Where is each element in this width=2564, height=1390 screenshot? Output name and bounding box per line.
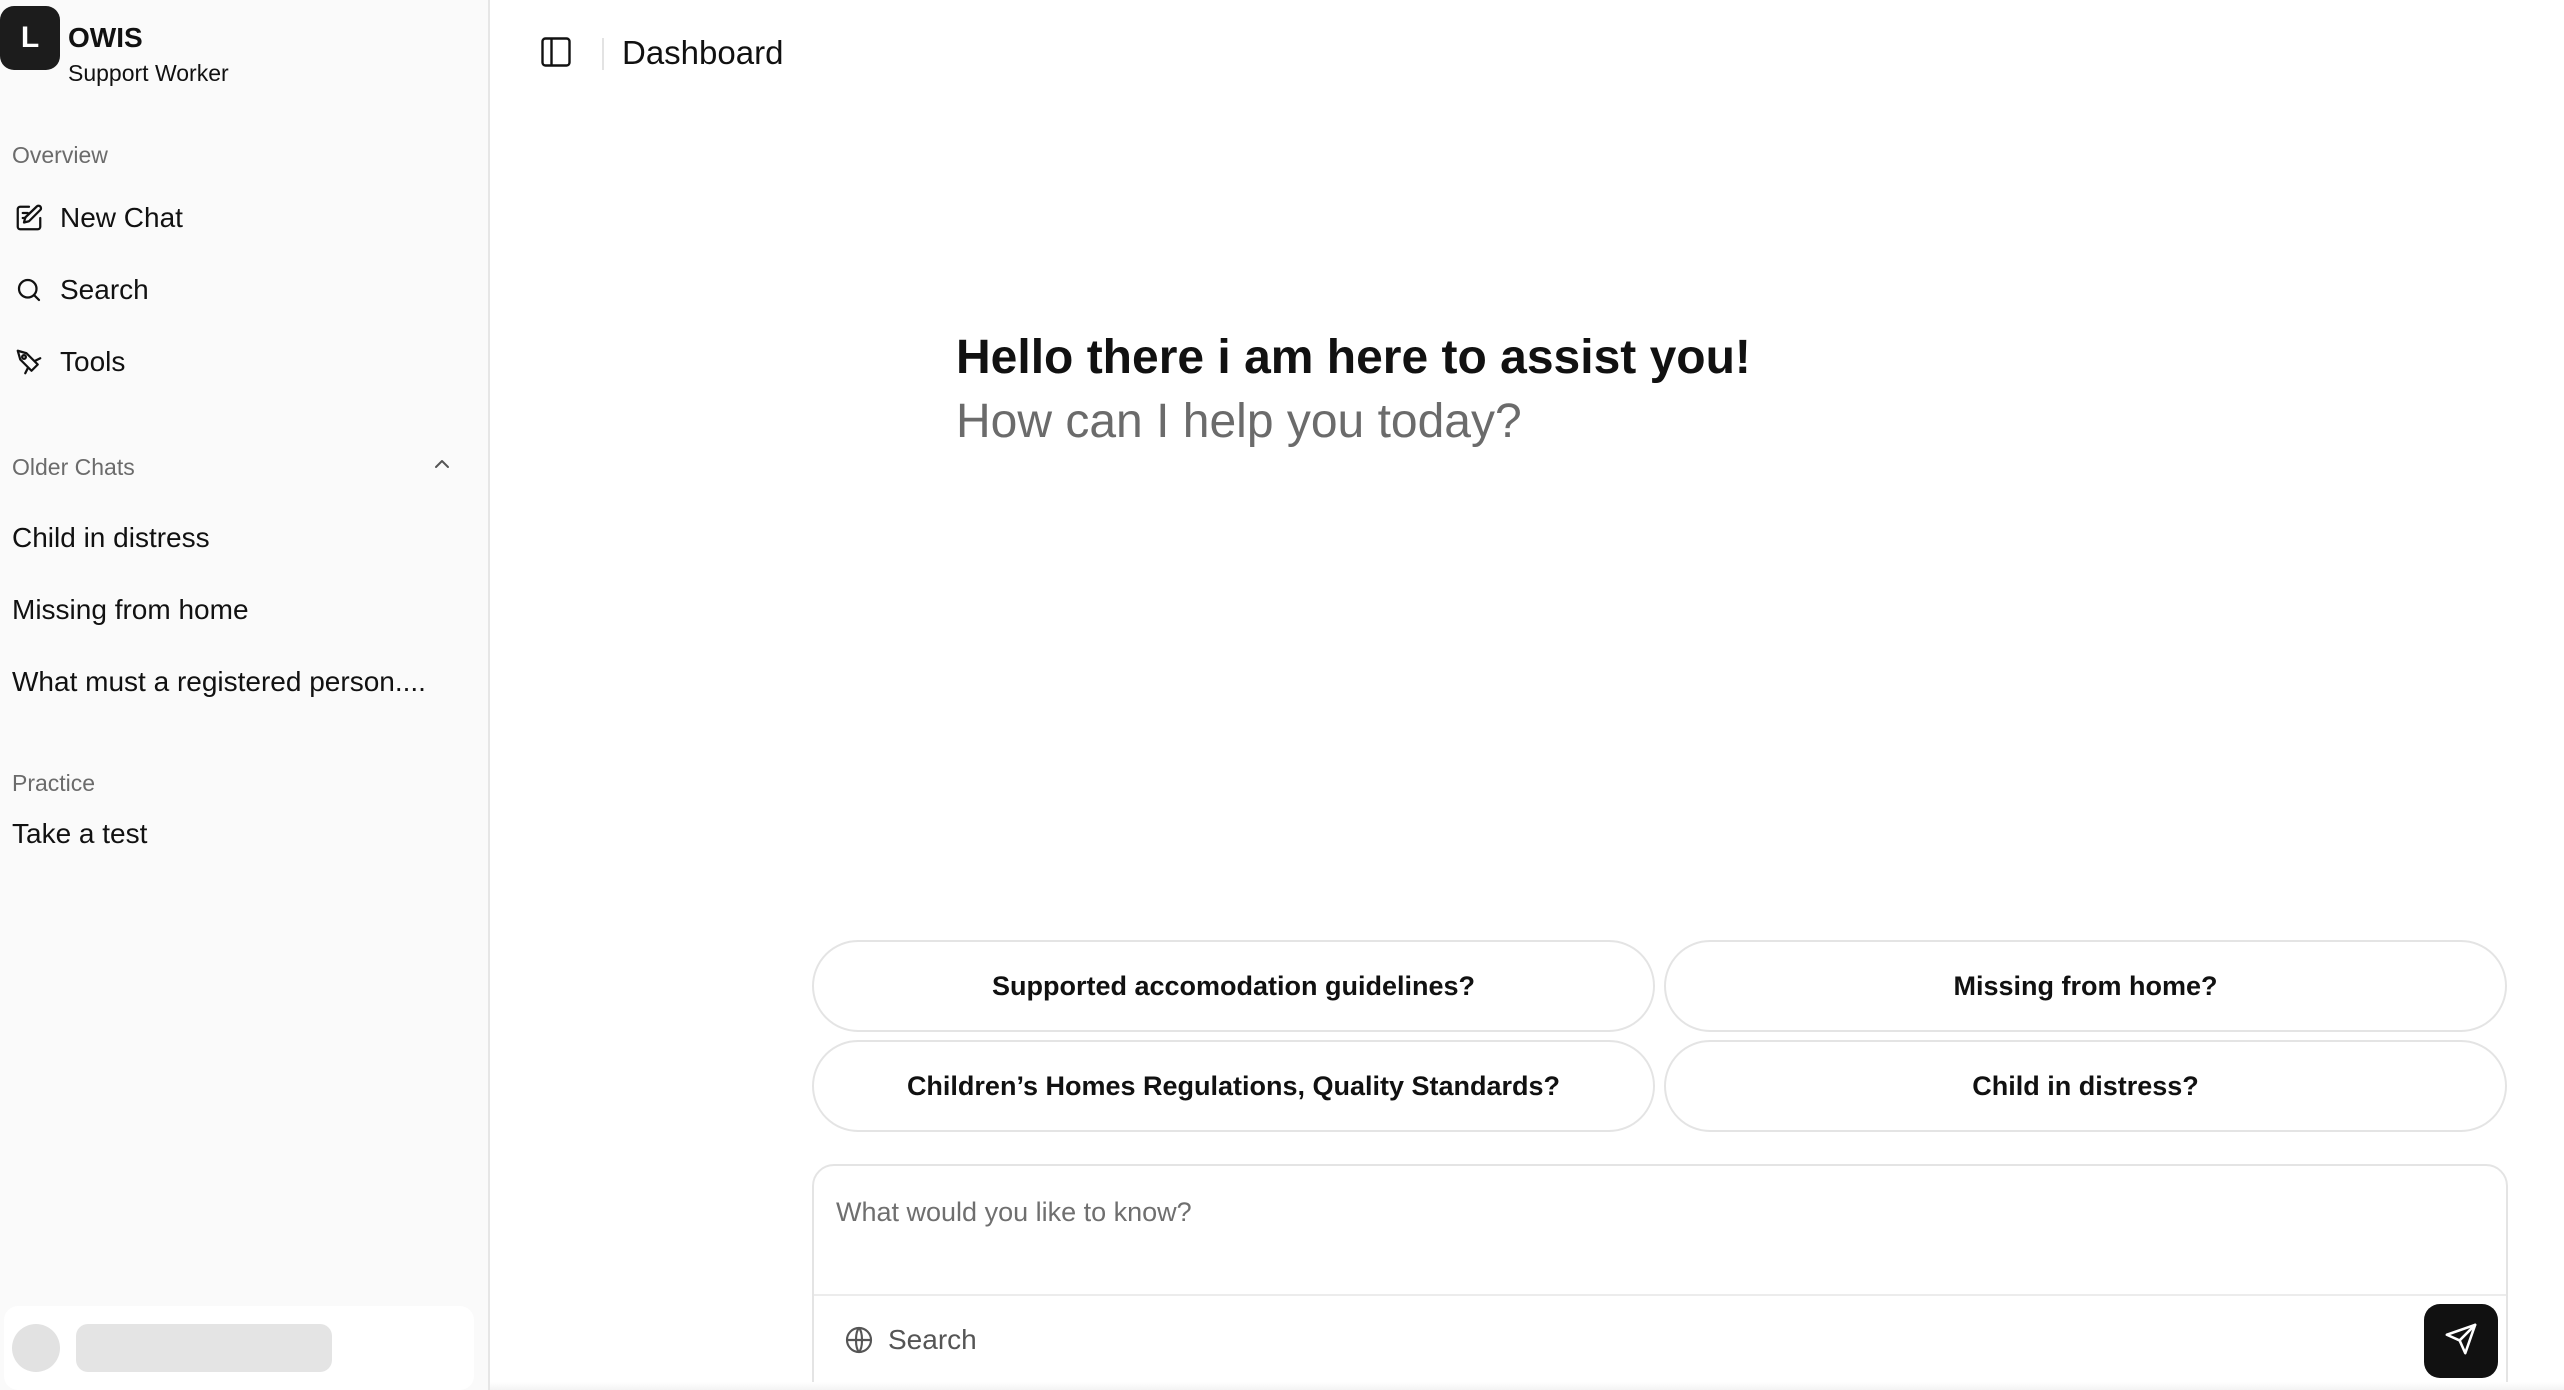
- app-name: OWIS: [68, 22, 143, 53]
- practice-section-label: Practice: [12, 770, 96, 796]
- sidebar-item-label: New Chat: [60, 202, 183, 233]
- greeting-subtitle: How can I help you today?: [956, 395, 1522, 448]
- suggestion-button[interactable]: Children’s Homes Regulations, Quality St…: [812, 1040, 1655, 1132]
- header-divider: [602, 38, 604, 70]
- older-chat-item[interactable]: Missing from home: [12, 594, 249, 626]
- sidebar-item-search[interactable]: Search: [12, 266, 472, 314]
- bottom-fade: [490, 1382, 2564, 1390]
- toggle-sidebar-button[interactable]: [536, 34, 576, 74]
- older-chats-section-label: Older Chats: [12, 454, 135, 480]
- web-search-label: Search: [888, 1324, 977, 1355]
- tools-icon: [12, 345, 46, 379]
- sidebar-item-label: Search: [60, 274, 149, 305]
- greeting-title: Hello there i am here to assist you!: [956, 331, 1751, 384]
- chevron-up-icon: [430, 452, 454, 481]
- globe-icon: [842, 1323, 876, 1357]
- avatar: [12, 1324, 60, 1372]
- sidebar-item-tools[interactable]: Tools: [12, 338, 472, 386]
- page-title: Dashboard: [622, 34, 784, 71]
- older-chat-item[interactable]: Child in distress: [12, 522, 210, 554]
- web-search-toggle[interactable]: Search: [842, 1318, 977, 1362]
- overview-section-label: Overview: [12, 142, 108, 168]
- sidebar-panel-icon: [538, 34, 574, 75]
- app-role: Support Worker: [68, 60, 229, 86]
- sidebar-item-take-a-test[interactable]: Take a test: [12, 818, 147, 850]
- sidebar-item-label: Tools: [60, 346, 126, 377]
- suggestion-button[interactable]: Child in distress?: [1664, 1040, 2507, 1132]
- collapse-older-chats-button[interactable]: [428, 452, 456, 480]
- chat-input[interactable]: [836, 1190, 2476, 1234]
- suggestion-button[interactable]: Supported accomodation guidelines?: [812, 940, 1655, 1032]
- app-logo: L: [0, 6, 60, 70]
- new-chat-icon: [12, 201, 46, 235]
- user-name-placeholder: [76, 1324, 332, 1372]
- composer-divider: [814, 1294, 2506, 1296]
- send-icon: [2444, 1322, 2478, 1361]
- suggestion-button[interactable]: Missing from home?: [1664, 940, 2507, 1032]
- sidebar-item-new-chat[interactable]: New Chat: [12, 194, 472, 242]
- older-chat-item[interactable]: What must a registered person....: [12, 666, 426, 698]
- search-icon: [12, 273, 46, 307]
- send-button[interactable]: [2424, 1304, 2498, 1378]
- sidebar: L OWIS Support Worker Overview New Chat …: [0, 0, 490, 1390]
